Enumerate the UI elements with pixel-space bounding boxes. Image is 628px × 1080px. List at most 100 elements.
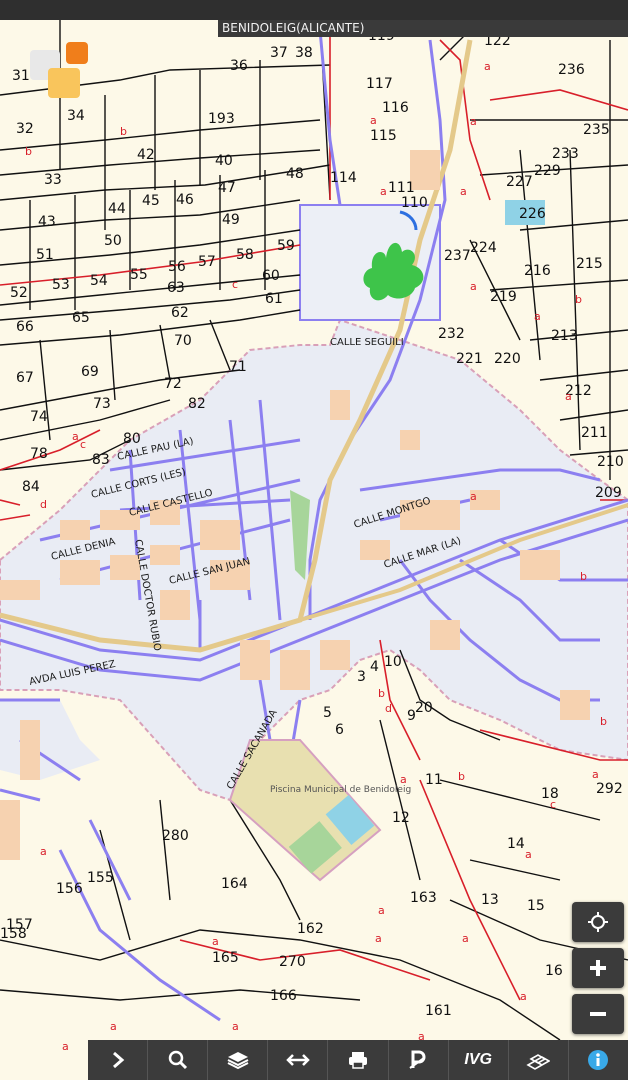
parcel-number: 224 [470,240,497,256]
parking-button[interactable] [389,1040,449,1080]
parcel-number: 235 [583,122,610,138]
parcel-number: 229 [534,163,561,179]
parcel-number: 72 [164,376,182,392]
parcel-number: 60 [262,268,280,284]
parcel-number: 74 [30,409,48,425]
parcel-number: 33 [44,172,62,188]
sub-parcel-letter: a [470,490,477,503]
sub-parcel-letter: a [470,115,477,128]
parcel-number: 52 [10,285,28,301]
parcel-number: 166 [270,988,297,1004]
parcel-number: 57 [198,254,216,270]
parcel-number: 220 [494,351,521,367]
parcel-number: 40 [215,153,233,169]
parcel-number: 115 [370,128,397,144]
parcel-number: 43 [38,214,56,230]
sub-parcel-letter: b [575,293,582,306]
sub-parcel-letter: a [484,60,491,73]
parcel-number: 116 [382,100,409,116]
locate-button[interactable] [572,902,624,942]
print-button[interactable] [328,1040,389,1080]
measure-arrows-icon [286,1054,310,1066]
parcel-number: 236 [558,62,585,78]
sub-parcel-letter: c [550,798,556,811]
sub-parcel-letter: a [380,185,387,198]
parcel-number: 82 [188,396,206,412]
parcel-number: 78 [30,446,48,462]
sub-parcel-letter: a [520,990,527,1003]
ivg-button[interactable]: IVG [449,1040,509,1080]
layers-icon [227,1052,249,1070]
parcel-number: 37 [270,45,288,61]
parcel-number: 55 [130,267,148,283]
parcel-number: 42 [137,147,155,163]
parcel-number: 215 [576,256,603,272]
parcel-number: 114 [330,170,357,186]
cadastral-map[interactable]: CALLE SEGUILI CALLE PAU (LA) CALLE CORTS… [0,0,628,1080]
parcel-number: 165 [212,950,239,966]
sub-parcel-letter: a [592,768,599,781]
parcel-number: 65 [72,310,90,326]
parcel-number: 156 [56,881,83,897]
expand-button[interactable] [88,1040,149,1080]
print-icon [348,1052,367,1069]
sub-parcel-letter: a [378,904,385,917]
sub-parcel-letter: a [212,935,219,948]
parcel-number: 193 [208,111,235,127]
app-logo [30,42,90,102]
sub-parcel-letter: d [385,702,392,715]
sub-parcel-letter: a [370,114,377,127]
search-icon [168,1050,187,1070]
parcel-number: 15 [527,898,545,914]
parcel-number: 44 [108,201,126,217]
bottom-toolbar: IVG [88,1040,628,1080]
street-label: CALLE SEGUILI [330,337,404,348]
sub-parcel-letter: b [120,125,127,138]
status-bar [0,0,628,20]
parcel-number: 80 [123,431,141,447]
parcel-number: 3 [357,669,366,685]
cadastre-button[interactable] [509,1040,569,1080]
parcel-number: 164 [221,876,248,892]
zoom-in-button[interactable] [572,948,624,988]
parcel-number: 10 [384,654,402,670]
measure-button[interactable] [268,1040,329,1080]
parcel-number: 51 [36,247,54,263]
parcel-number: 4 [370,659,379,675]
sub-parcel-letter: b [378,687,385,700]
parcel-number: 210 [597,454,624,470]
sub-parcel-letter: a [72,430,79,443]
sub-parcel-letter: c [80,438,86,451]
sub-parcel-letter: d [40,498,47,511]
parcel-number: 83 [92,452,110,468]
parcel-number: 226 [519,206,546,222]
sub-parcel-letter: a [525,848,532,861]
parcel-number: 53 [52,277,70,293]
parcel-number: 16 [545,963,563,979]
parcel-number: 20 [415,700,433,716]
sub-parcel-letter: a [462,932,469,945]
parcel-number: 61 [265,291,283,307]
poi-label: Piscina Municipal de Benidoleig [270,785,411,795]
sub-parcel-letter: b [600,715,607,728]
parcel-number: 6 [335,722,344,738]
parcel-number: 280 [162,828,189,844]
layers-button[interactable] [208,1040,269,1080]
parcel-number: 232 [438,326,465,342]
parcel-number: 233 [552,146,579,162]
sub-parcel-letter: a [470,280,477,293]
info-button[interactable] [569,1040,628,1080]
zoom-out-button[interactable] [572,994,624,1034]
parcel-number: 63 [167,280,185,296]
parcel-number: 49 [222,212,240,228]
parcel-number: 117 [366,76,393,92]
sub-parcel-letter: a [232,1020,239,1033]
parcel-number: 213 [551,328,578,344]
search-button[interactable] [148,1040,209,1080]
parcel-number: 45 [142,193,160,209]
parcel-number: 216 [524,263,551,279]
parcel-number: 155 [87,870,114,886]
sub-parcel-letter: a [460,185,467,198]
parcel-number: 211 [581,425,608,441]
parcel-number: 270 [279,954,306,970]
